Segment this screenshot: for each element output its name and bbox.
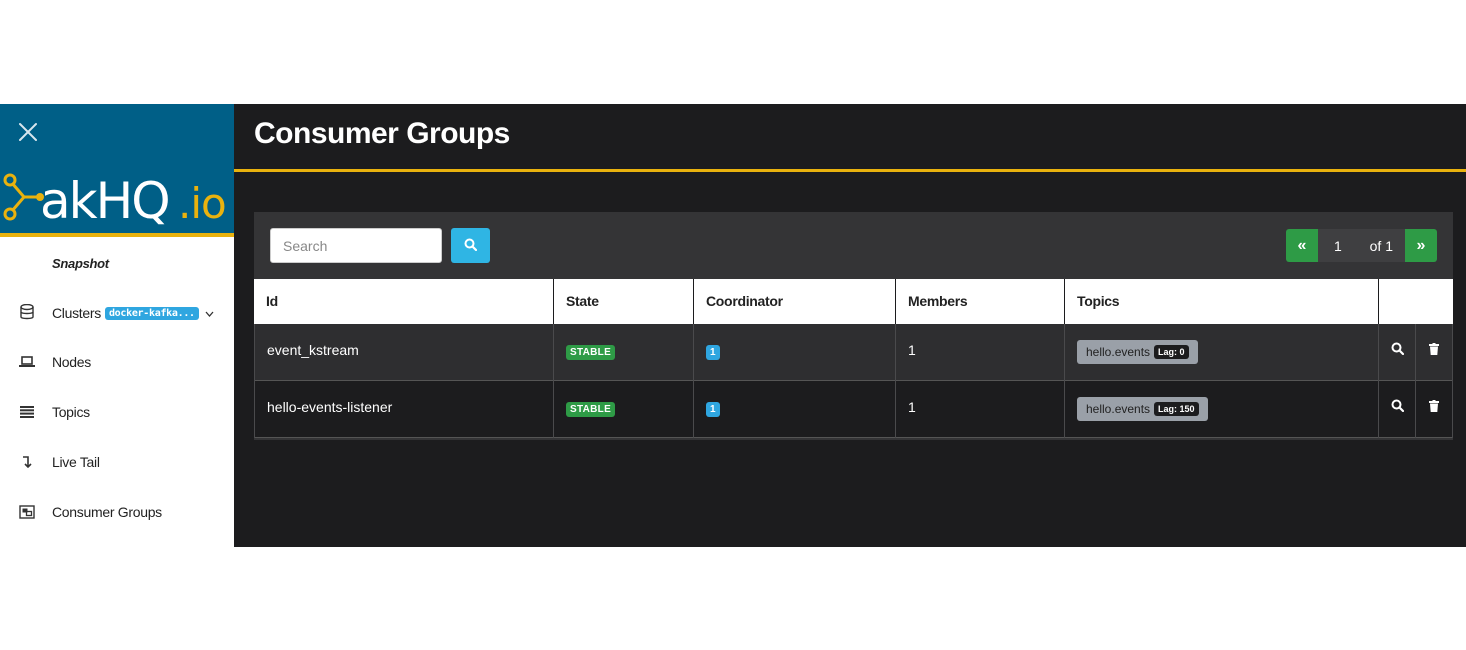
search-icon: [464, 238, 478, 254]
main-content: Consumer Groups « 1 of 1 » Id Sta: [234, 104, 1466, 547]
sidebar-item-label: Nodes: [52, 354, 91, 370]
view-button[interactable]: [1379, 324, 1416, 381]
status-badge: STABLE: [566, 345, 616, 360]
sidebar-item-label: Consumer Groups: [52, 504, 162, 520]
list-icon: [18, 403, 36, 421]
topic-chip[interactable]: hello.events Lag: 0: [1077, 340, 1198, 364]
page-indicator: 1 of 1: [1318, 229, 1405, 262]
cluster-badge[interactable]: docker-kafka...: [104, 306, 199, 320]
topic-name: hello.events: [1086, 345, 1151, 359]
status-badge: STABLE: [566, 402, 616, 417]
logo-accent-bar: [0, 233, 234, 237]
group-id[interactable]: hello-events-listener: [254, 381, 554, 438]
trash-icon: [1429, 399, 1439, 417]
svg-text:.io: .io: [178, 179, 226, 228]
group-id[interactable]: event_kstream: [254, 324, 554, 381]
column-header-state[interactable]: State: [554, 279, 694, 324]
column-header-id[interactable]: Id: [254, 279, 554, 324]
consumer-groups-panel: « 1 of 1 » Id State Coordinator Members …: [254, 212, 1453, 440]
sidebar-item-label: Topics: [52, 404, 90, 420]
coordinator-badge[interactable]: 1: [706, 345, 720, 360]
database-icon: [18, 303, 36, 321]
lag-badge: Lag: 150: [1154, 402, 1199, 416]
sidebar-item-topics[interactable]: Topics: [0, 398, 234, 426]
trash-icon: [1429, 342, 1439, 360]
level-down-icon: [18, 453, 36, 471]
search-icon: [1391, 342, 1404, 360]
column-header-coordinator[interactable]: Coordinator: [694, 279, 896, 324]
laptop-icon: [18, 353, 36, 371]
snapshot-text: Snapshot: [52, 255, 109, 271]
table-row[interactable]: event_kstream STABLE 1 1 hello.events Lag…: [254, 324, 1453, 381]
current-page[interactable]: 1: [1334, 238, 1342, 254]
sidebar-item-clusters[interactable]: Clusters docker-kafka...: [0, 298, 234, 326]
total-pages: of 1: [1369, 237, 1393, 254]
members-count: 1: [896, 381, 1065, 438]
snapshot-label: Snapshot: [0, 249, 234, 277]
coordinator-badge[interactable]: 1: [706, 402, 720, 417]
search-input[interactable]: [270, 228, 442, 263]
object-group-icon: [18, 503, 36, 521]
sidebar-item-label: Live Tail: [52, 454, 100, 470]
pagination: « 1 of 1 »: [1286, 229, 1437, 262]
last-page-button[interactable]: »: [1405, 229, 1437, 262]
sidebar-item-nodes[interactable]: Nodes: [0, 348, 234, 376]
title-accent-bar: [234, 169, 1466, 172]
app-window: akHQ .io Snapshot Clusters docker-kafka..…: [0, 104, 1466, 547]
view-button[interactable]: [1379, 381, 1416, 438]
akhq-logo[interactable]: akHQ .io: [0, 156, 234, 232]
sidebar: akHQ .io Snapshot Clusters docker-kafka..…: [0, 104, 234, 547]
topic-chip[interactable]: hello.events Lag: 150: [1077, 397, 1208, 421]
first-page-button[interactable]: «: [1286, 229, 1318, 262]
search-button[interactable]: [451, 228, 490, 263]
members-count: 1: [896, 324, 1065, 381]
sidebar-item-label: Clusters: [52, 304, 101, 321]
topic-name: hello.events: [1086, 402, 1151, 416]
delete-button[interactable]: [1416, 381, 1453, 438]
delete-button[interactable]: [1416, 324, 1453, 381]
svg-text:akHQ: akHQ: [40, 172, 169, 230]
table-header: Id State Coordinator Members Topics: [254, 279, 1453, 324]
column-header-topics[interactable]: Topics: [1065, 279, 1379, 324]
lag-badge: Lag: 0: [1154, 345, 1189, 359]
page-title: Consumer Groups: [254, 117, 510, 150]
column-header-members[interactable]: Members: [896, 279, 1065, 324]
sidebar-header: akHQ .io: [0, 104, 234, 237]
sidebar-item-consumer-groups[interactable]: Consumer Groups: [0, 498, 234, 526]
table-row[interactable]: hello-events-listener STABLE 1 1 hello.e…: [254, 381, 1453, 438]
column-header-actions: [1379, 279, 1453, 324]
close-icon[interactable]: [16, 120, 40, 144]
chevron-down-icon[interactable]: [205, 304, 214, 320]
sidebar-item-live-tail[interactable]: Live Tail: [0, 448, 234, 476]
search-icon: [1391, 399, 1404, 417]
